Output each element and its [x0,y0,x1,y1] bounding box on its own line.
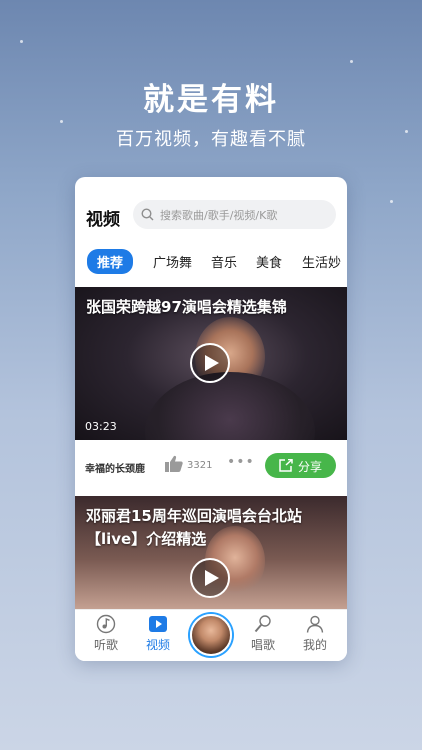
user-icon [306,615,324,633]
avatar[interactable] [190,614,232,656]
music-note-icon [96,614,116,634]
nav-video[interactable]: 视频 [138,614,178,653]
video-title: 邓丽君15周年巡回演唱会台北站【live】介绍精选 [86,507,302,548]
snow-flake [390,200,393,203]
nav-me[interactable]: 我的 [295,614,335,653]
play-icon [205,570,219,586]
share-label: 分享 [298,460,323,474]
more-options-icon[interactable]: ••• [227,454,255,470]
share-icon [279,459,293,472]
author-name[interactable]: 幸福的长颈鹿 [85,460,145,475]
microphone-icon [254,615,271,633]
category-tabs: 推荐 广场舞 音乐 美食 生活妙 [75,249,347,275]
nav-sing[interactable]: 唱歌 [243,614,283,653]
page-title: 视频 [86,210,120,230]
tab-square-dance[interactable]: 广场舞 [153,252,192,271]
phone-screen: 视频 搜索歌曲/歌手/视频/K歌 推荐 广场舞 音乐 美食 生活妙 张国荣跨越9… [75,177,347,661]
like-count: 3321 [187,460,213,471]
thumbs-up-icon[interactable] [165,455,183,472]
video-card-thumbnail[interactable]: 张国荣跨越97演唱会精选集锦 03:23 [75,287,347,440]
video-duration: 03:23 [85,420,117,433]
search-placeholder: 搜索歌曲/歌手/视频/K歌 [160,209,278,222]
nav-label: 唱歌 [250,638,275,652]
performer-body-image [145,372,315,440]
nav-label: 我的 [302,638,327,652]
share-button[interactable]: 分享 [265,453,336,478]
video-meta-row: 幸福的长颈鹿 3321 ••• 分享 [75,440,347,490]
top-bar: 视频 搜索歌曲/歌手/视频/K歌 [75,177,347,251]
snow-flake [20,40,23,43]
search-input[interactable]: 搜索歌曲/歌手/视频/K歌 [133,200,336,229]
tab-recommend[interactable]: 推荐 [87,249,134,274]
play-button[interactable] [190,343,230,383]
video-title: 张国荣跨越97演唱会精选集锦 [86,298,287,316]
play-icon [205,355,219,371]
tab-music[interactable]: 音乐 [211,252,237,271]
bottom-navigation: 听歌 视频 唱歌 我的 [75,609,347,661]
video-card-thumbnail[interactable]: 邓丽君15周年巡回演唱会台北站【live】介绍精选 [75,496,347,611]
tab-food[interactable]: 美食 [256,252,282,271]
nav-label: 听歌 [93,638,118,652]
promo-headline: 就是有料 [143,82,279,118]
nav-label: 视频 [145,638,170,652]
snow-flake [60,120,63,123]
promo-subline: 百万视频，有趣看不腻 [116,129,306,150]
tab-life-tips[interactable]: 生活妙 [302,252,341,271]
video-icon [149,616,167,632]
nav-listen[interactable]: 听歌 [86,614,126,653]
snow-flake [350,60,353,63]
search-icon [141,208,154,221]
play-button[interactable] [190,558,230,598]
